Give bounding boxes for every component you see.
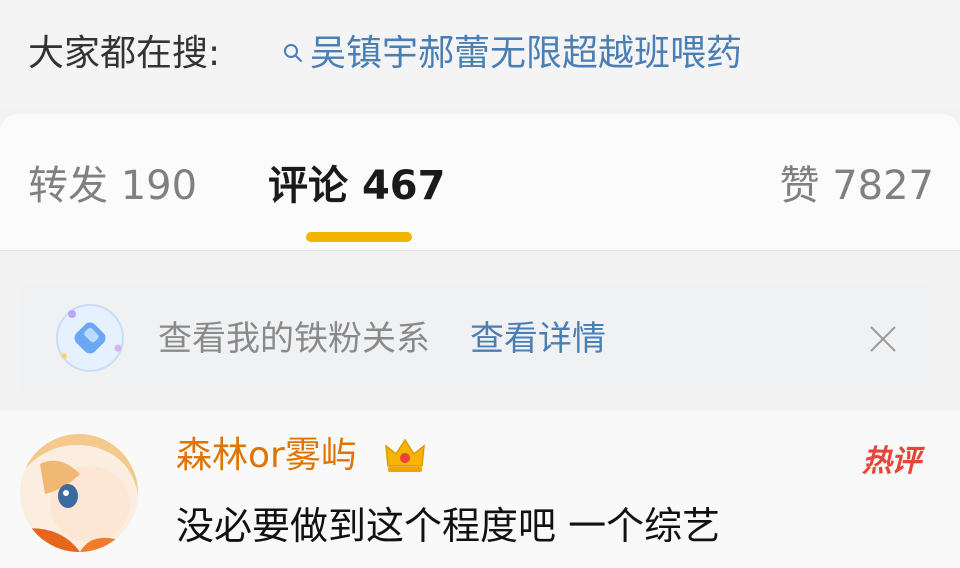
post-tabs: 转发 190 评论 467 赞 7827 — [0, 114, 960, 251]
tab-likes-count: 7827 — [832, 163, 934, 209]
tab-repost[interactable]: 转发 190 — [28, 160, 197, 212]
tab-likes[interactable]: 赞 7827 — [779, 160, 934, 212]
comment-username[interactable]: 森林or雾屿 — [176, 432, 357, 480]
search-suggestion-prefix: 大家都在搜: — [28, 33, 221, 74]
tab-comments-count: 467 — [361, 163, 446, 209]
tab-repost-count: 190 — [120, 163, 198, 209]
comment-text: 没必要做到这个程度吧 一个综艺 — [176, 504, 721, 548]
active-tab-indicator — [306, 232, 412, 242]
search-suggestion-bar: 大家都在搜: 吴镇宇郝蕾无限超越班喂药 — [0, 0, 960, 108]
close-icon[interactable] — [868, 324, 898, 354]
fan-relationship-text: 查看我的铁粉关系 — [158, 319, 430, 359]
fan-details-link[interactable]: 查看详情 — [470, 317, 606, 361]
comment-item: 森林or雾屿 热评 没必要做到这个程度吧 一个综艺 — [0, 410, 960, 568]
tab-likes-label: 赞 — [779, 163, 820, 209]
fan-relationship-banner: 查看我的铁粉关系 查看详情 — [20, 284, 936, 394]
crown-icon — [385, 438, 425, 472]
tab-repost-label: 转发 — [28, 163, 108, 209]
avatar[interactable] — [20, 434, 138, 552]
search-icon — [284, 44, 302, 62]
trending-search-link[interactable]: 吴镇宇郝蕾无限超越班喂药 — [310, 30, 742, 78]
tab-comments-label: 评论 — [268, 163, 348, 209]
fan-badge-icon — [56, 304, 124, 372]
tab-comments[interactable]: 评论 467 — [268, 160, 445, 212]
hot-comment-badge: 热评 — [862, 444, 921, 479]
